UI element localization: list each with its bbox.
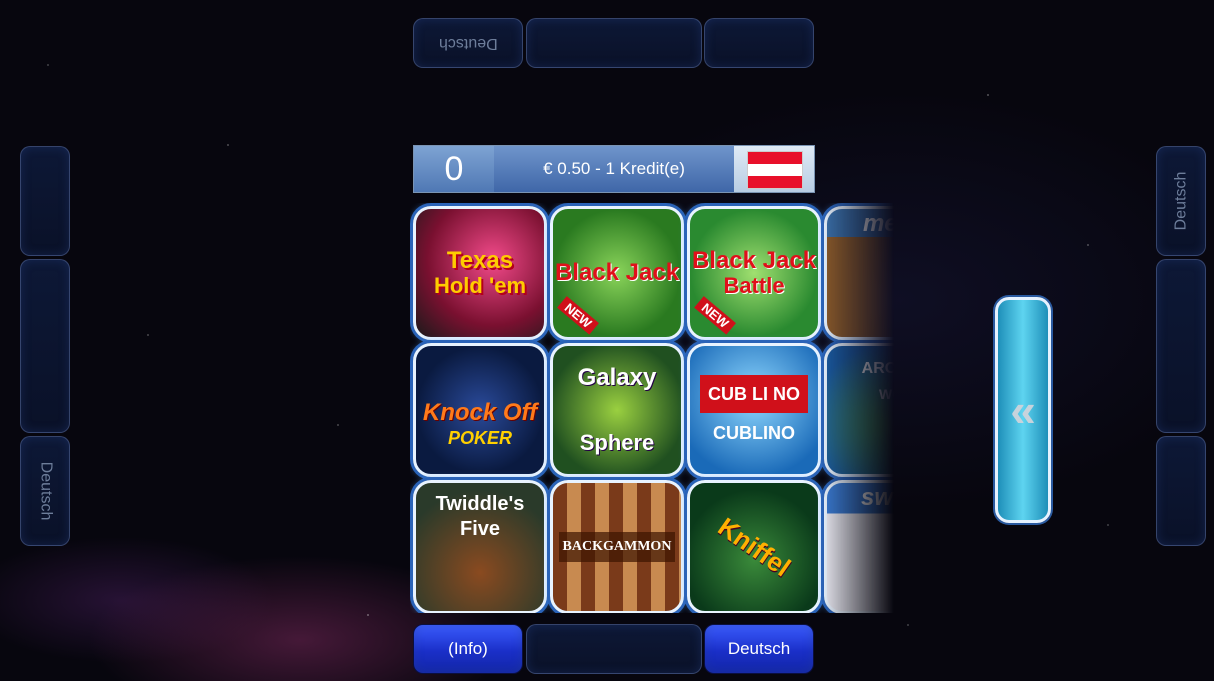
new-badge: NEW bbox=[694, 296, 737, 335]
game-title: Galaxy bbox=[577, 364, 657, 391]
game-subtitle: CUBLINO bbox=[713, 423, 795, 443]
game-subtitle: WO bbox=[878, 386, 894, 402]
game-subtitle: Five bbox=[459, 518, 501, 540]
game-subtitle: POKER bbox=[447, 428, 512, 448]
top-language-label: Deutsch bbox=[438, 35, 498, 52]
game-title: Black Jack bbox=[691, 247, 817, 274]
game-tile-black-jack-battle[interactable]: Black Jack Battle NEW bbox=[687, 206, 821, 340]
right-empty-slot-1 bbox=[1156, 259, 1206, 433]
game-title: swim bbox=[860, 484, 894, 511]
top-language-button[interactable]: Deutsch bbox=[413, 18, 523, 68]
game-tile-memory[interactable]: mem bbox=[824, 206, 894, 340]
game-tile-galaxy-sphere[interactable]: Galaxy Sphere bbox=[550, 343, 684, 477]
left-empty-slot-2 bbox=[20, 259, 70, 433]
left-language-button[interactable]: Deutsch bbox=[20, 436, 70, 546]
game-tile-around-the-world[interactable]: AROUN WO bbox=[824, 343, 894, 477]
left-empty-slot-1 bbox=[20, 146, 70, 256]
right-empty-slot-2 bbox=[1156, 436, 1206, 546]
left-language-label: Deutsch bbox=[37, 461, 55, 521]
scroll-back-button[interactable]: « bbox=[995, 297, 1051, 523]
bottom-empty-slot bbox=[526, 624, 702, 674]
game-title: Kniffel bbox=[712, 511, 796, 583]
right-language-button[interactable]: Deutsch bbox=[1156, 146, 1206, 256]
top-empty-slot-1 bbox=[526, 18, 702, 68]
game-subtitle: Hold 'em bbox=[433, 273, 527, 298]
credit-count: 0 bbox=[414, 146, 494, 192]
game-title: Black Jack bbox=[554, 259, 680, 286]
new-badge: NEW bbox=[557, 296, 600, 335]
language-button-label: Deutsch bbox=[727, 639, 791, 658]
austria-flag-icon bbox=[747, 151, 803, 189]
game-tile-texas-holdem[interactable]: Texas Hold 'em bbox=[413, 206, 547, 340]
right-language-label: Deutsch bbox=[1172, 171, 1190, 231]
language-button[interactable]: Deutsch bbox=[704, 624, 814, 674]
game-grid: Texas Hold 'em Black Jack NEW Black Jack… bbox=[410, 203, 894, 613]
game-tile-kniffel[interactable]: Kniffel bbox=[687, 480, 821, 613]
game-title: BACKGAMMON bbox=[558, 532, 676, 562]
game-tile-black-jack[interactable]: Black Jack NEW bbox=[550, 206, 684, 340]
game-subtitle: Battle bbox=[723, 273, 785, 298]
double-chevron-left-icon: « bbox=[1010, 384, 1036, 436]
game-subtitle: Sphere bbox=[579, 430, 655, 455]
game-title: mem bbox=[862, 210, 894, 237]
info-button[interactable]: (Info) bbox=[413, 624, 523, 674]
game-tile-backgammon[interactable]: BACKGAMMON bbox=[550, 480, 684, 613]
credit-price: € 0.50 - 1 Kredit(e) bbox=[494, 146, 734, 192]
game-title: Texas bbox=[446, 247, 514, 274]
top-empty-slot-2 bbox=[704, 18, 814, 68]
game-title: Twiddle's bbox=[435, 493, 525, 515]
game-title: Knock Off bbox=[422, 399, 538, 426]
game-tile-swim[interactable]: swim bbox=[824, 480, 894, 613]
game-tile-knock-off-poker[interactable]: Knock Off POKER bbox=[413, 343, 547, 477]
info-button-label: (Info) bbox=[448, 639, 488, 658]
credit-bar: 0 € 0.50 - 1 Kredit(e) bbox=[413, 145, 815, 193]
game-title: CUB LI NO bbox=[700, 375, 808, 413]
game-tile-twiddles-five[interactable]: Twiddle's Five bbox=[413, 480, 547, 613]
game-tile-cublino[interactable]: CUB LI NO CUBLINO bbox=[687, 343, 821, 477]
game-title: AROUN bbox=[861, 360, 894, 377]
